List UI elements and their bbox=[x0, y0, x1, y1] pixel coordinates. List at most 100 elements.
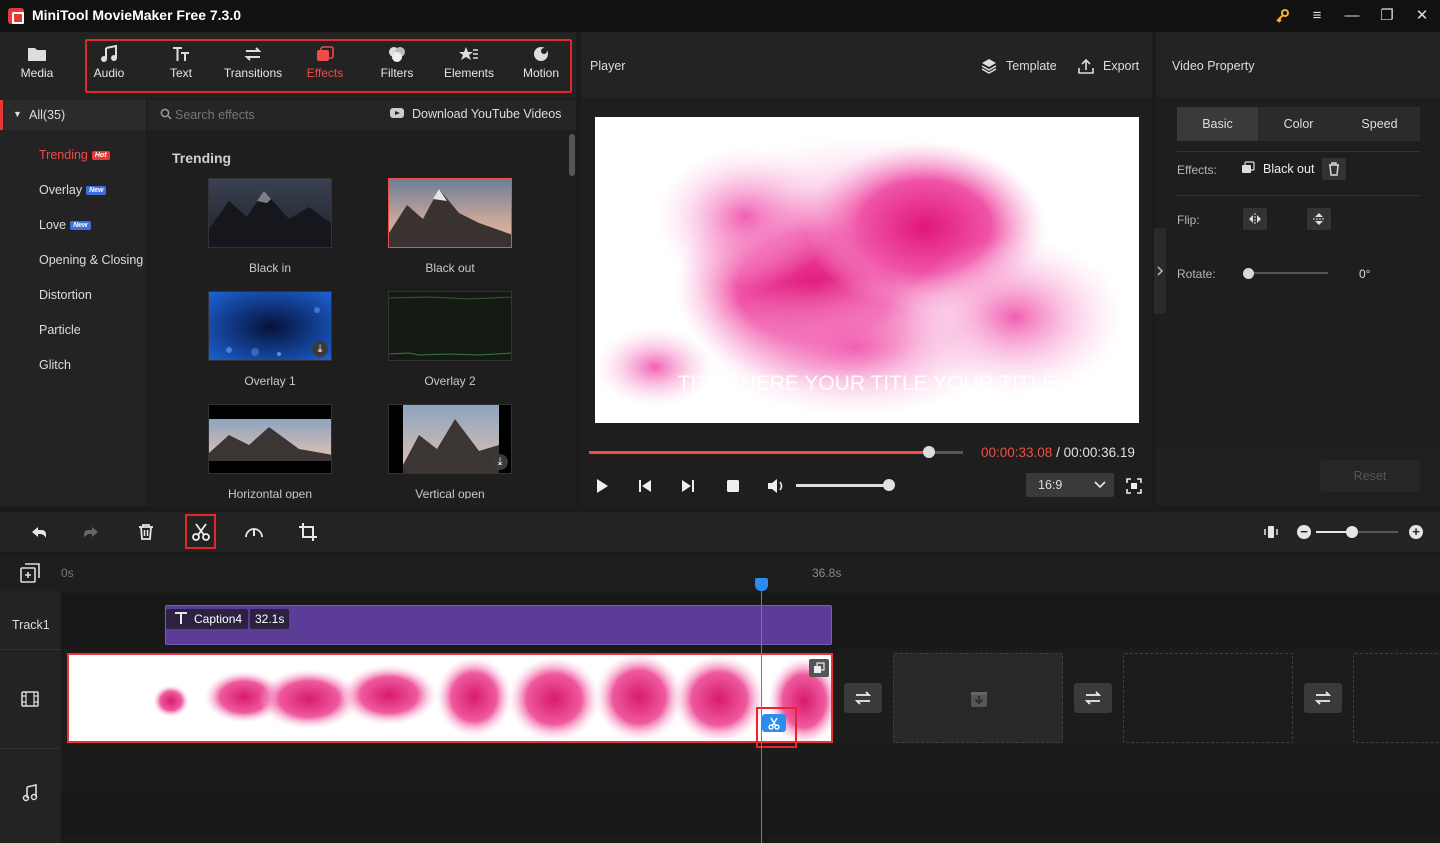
previous-icon[interactable] bbox=[637, 478, 653, 497]
category-glitch[interactable]: Glitch bbox=[39, 358, 71, 372]
library-scrollbar[interactable] bbox=[569, 134, 575, 176]
property-title: Video Property bbox=[1172, 59, 1255, 73]
video-preview[interactable]: TITLE HERE YOUR TITLE YOUR TITLE bbox=[595, 117, 1139, 423]
category-opening-closing[interactable]: Opening & Closing bbox=[39, 253, 143, 267]
effects-label: Effects: bbox=[1177, 163, 1217, 177]
playhead-handle[interactable] bbox=[755, 578, 768, 591]
new-badge: New bbox=[70, 221, 91, 230]
effect-thumb-horizontal-open[interactable] bbox=[208, 404, 332, 474]
effect-label: Vertical open bbox=[415, 487, 485, 499]
caption-clip[interactable]: Caption4 32.1s bbox=[165, 605, 832, 645]
zoom-slider-knob[interactable] bbox=[1346, 526, 1358, 538]
tab-color[interactable]: Color bbox=[1258, 107, 1339, 141]
effect-thumb-black-out[interactable] bbox=[388, 178, 512, 248]
add-track-icon[interactable] bbox=[20, 563, 40, 586]
empty-clip-slot[interactable] bbox=[1123, 653, 1293, 743]
category-label: Glitch bbox=[39, 358, 71, 372]
video-clip[interactable] bbox=[67, 653, 833, 743]
category-label: Opening & Closing bbox=[39, 253, 143, 267]
redo-icon[interactable] bbox=[78, 518, 106, 546]
effect-label: Black out bbox=[425, 261, 475, 275]
playhead-line bbox=[761, 580, 762, 843]
flip-label: Flip: bbox=[1177, 213, 1200, 227]
key-icon[interactable] bbox=[1268, 4, 1296, 28]
track1-label: Track1 bbox=[12, 618, 50, 632]
toolbar-media-button[interactable]: Media bbox=[1, 32, 73, 98]
transition-slot-button[interactable] bbox=[1074, 683, 1112, 713]
empty-clip-slot[interactable] bbox=[893, 653, 1063, 743]
progress-knob[interactable] bbox=[923, 446, 935, 458]
category-overlay[interactable]: Overlay New bbox=[39, 183, 107, 197]
fit-timeline-icon[interactable] bbox=[1263, 524, 1279, 543]
speed-icon[interactable] bbox=[240, 518, 268, 546]
tab-basic[interactable]: Basic bbox=[1177, 107, 1258, 141]
rotate-slider-track[interactable] bbox=[1248, 272, 1328, 274]
new-badge: New bbox=[86, 186, 107, 195]
film-strip-icon bbox=[21, 690, 39, 711]
download-youtube-link[interactable]: Download YouTube Videos bbox=[412, 107, 561, 121]
play-icon[interactable] bbox=[594, 478, 610, 497]
effect-thumb-vertical-open[interactable]: ⤓ bbox=[388, 404, 512, 474]
tab-speed[interactable]: Speed bbox=[1339, 107, 1420, 141]
rotate-slider-knob[interactable] bbox=[1243, 268, 1254, 279]
category-distortion[interactable]: Distortion bbox=[39, 288, 92, 302]
empty-clip-slot[interactable] bbox=[1353, 653, 1440, 743]
stop-icon[interactable] bbox=[725, 478, 741, 497]
category-love[interactable]: Love New bbox=[39, 218, 91, 232]
reset-button[interactable]: Reset bbox=[1320, 460, 1420, 492]
clip-effect-icon[interactable] bbox=[809, 659, 829, 677]
zoom-out-icon[interactable]: − bbox=[1297, 525, 1311, 539]
search-input[interactable] bbox=[175, 106, 375, 124]
ruler-end: 36.8s bbox=[812, 566, 842, 580]
effect-thumb-black-in[interactable] bbox=[208, 178, 332, 248]
divider bbox=[0, 748, 61, 749]
ruler-start: 0s bbox=[61, 566, 74, 580]
delete-effect-button[interactable] bbox=[1322, 158, 1346, 180]
fullscreen-icon[interactable] bbox=[1126, 478, 1142, 497]
close-icon[interactable]: ✕ bbox=[1408, 4, 1436, 28]
progress-fill bbox=[589, 451, 929, 454]
minimize-icon[interactable]: — bbox=[1338, 4, 1366, 28]
swap-icon bbox=[1314, 691, 1332, 705]
aspect-ratio-select[interactable]: 16:9 bbox=[1026, 473, 1114, 497]
effect-label: Overlay 2 bbox=[424, 374, 476, 388]
effect-thumb-overlay-2[interactable] bbox=[388, 291, 512, 361]
transition-slot-button[interactable] bbox=[1304, 683, 1342, 713]
rotate-value: 0° bbox=[1359, 267, 1371, 281]
flip-vertical-button[interactable] bbox=[1307, 208, 1331, 230]
delete-icon[interactable] bbox=[132, 518, 160, 546]
toolbar-label: Media bbox=[20, 66, 54, 80]
hot-badge: Hot bbox=[91, 151, 110, 160]
divider bbox=[1177, 151, 1420, 152]
category-trending[interactable]: Trending Hot bbox=[39, 148, 110, 162]
undo-icon[interactable] bbox=[24, 518, 52, 546]
maximize-icon[interactable]: ❐ bbox=[1373, 4, 1401, 28]
effect-chip-icon bbox=[1241, 161, 1255, 178]
zoom-in-icon[interactable]: + bbox=[1409, 525, 1423, 539]
chevron-right-icon bbox=[1157, 266, 1164, 276]
download-icon[interactable]: ⤓ bbox=[492, 454, 508, 470]
volume-knob[interactable] bbox=[883, 479, 895, 491]
collapse-panel-handle[interactable] bbox=[1154, 228, 1166, 314]
volume-icon[interactable] bbox=[766, 477, 786, 498]
crop-icon[interactable] bbox=[294, 518, 322, 546]
time-ruler[interactable] bbox=[0, 555, 1440, 591]
app-logo-icon bbox=[8, 8, 24, 24]
split-button[interactable] bbox=[185, 514, 216, 549]
next-icon[interactable] bbox=[680, 478, 696, 497]
category-label: Love bbox=[39, 218, 67, 232]
audio-lane-1 bbox=[61, 750, 1440, 792]
chevron-down-icon: ▼ bbox=[13, 109, 22, 119]
timeline-toolbar bbox=[0, 512, 1440, 552]
category-label: Overlay bbox=[39, 183, 83, 197]
total-time: / 00:00:36.19 bbox=[1056, 445, 1135, 460]
category-all[interactable]: ▼ All(35) bbox=[0, 100, 146, 130]
flip-horizontal-button[interactable] bbox=[1243, 208, 1267, 230]
transition-slot-button[interactable] bbox=[844, 683, 882, 713]
menu-icon[interactable]: ≡ bbox=[1303, 4, 1331, 28]
trash-icon bbox=[1329, 162, 1339, 176]
divider bbox=[1177, 195, 1420, 196]
effect-thumb-overlay-1[interactable]: ⤓ bbox=[208, 291, 332, 361]
category-particle[interactable]: Particle bbox=[39, 323, 81, 337]
download-icon[interactable]: ⤓ bbox=[312, 341, 328, 357]
